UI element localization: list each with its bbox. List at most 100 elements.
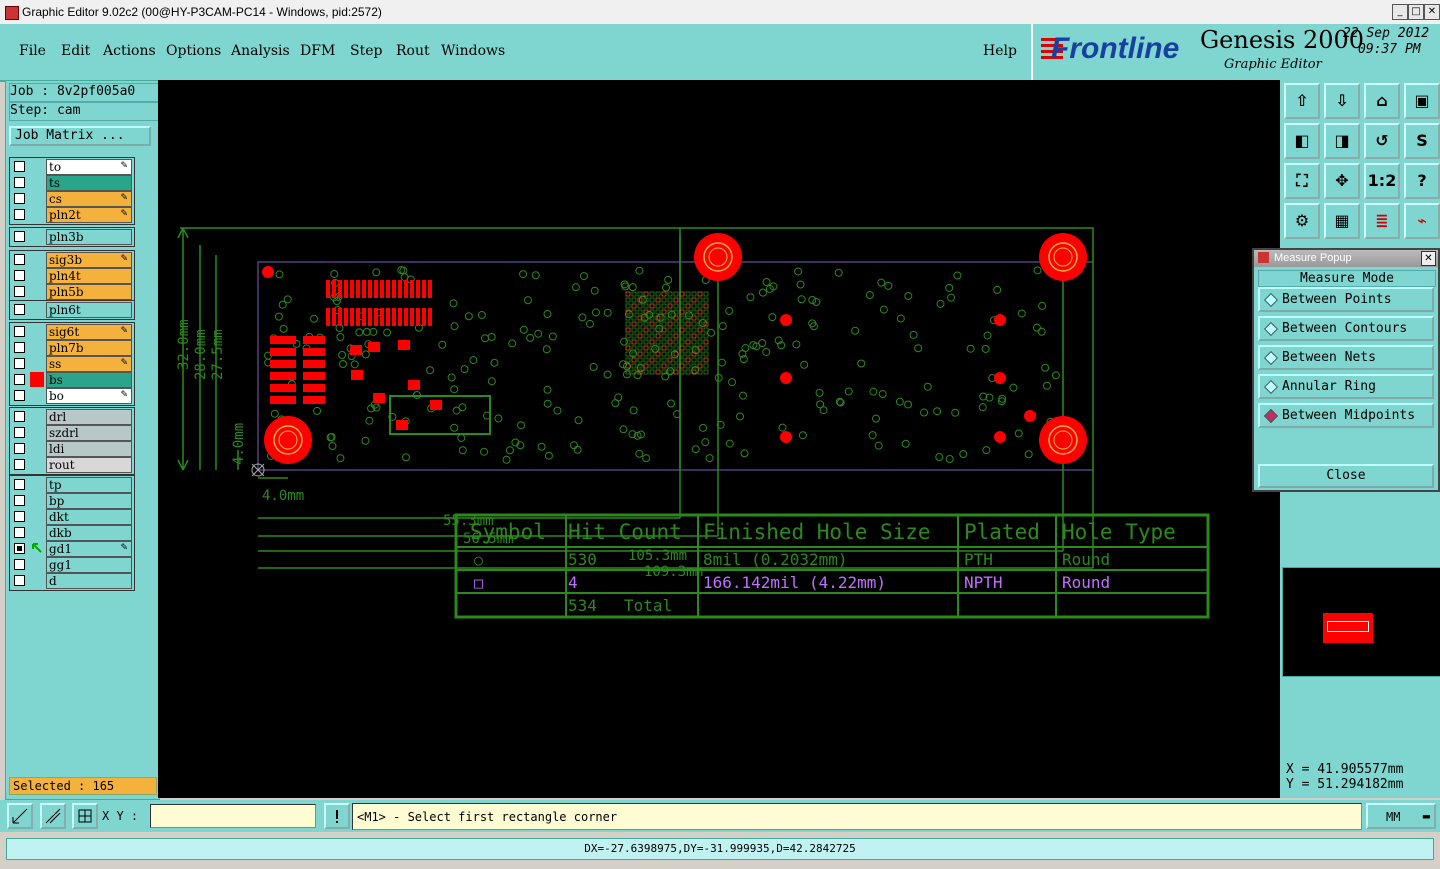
window-icon[interactable]: ▣ (1404, 83, 1440, 119)
menu-options[interactable]: Options (166, 43, 221, 59)
layer-checkbox[interactable] (14, 443, 25, 454)
layer-checkbox[interactable] (14, 342, 25, 353)
layer-row-rout[interactable]: rout (10, 457, 134, 473)
layer-checkbox[interactable] (14, 161, 25, 172)
snap-mode-icon[interactable] (7, 803, 33, 829)
snap-icon[interactable]: S (1404, 123, 1440, 159)
layer-row-dkb[interactable]: dkb (10, 525, 134, 541)
mode-between-nets[interactable]: Between Nets (1258, 345, 1434, 370)
menu-analysis[interactable]: Analysis (231, 43, 290, 59)
layer-checkbox[interactable] (14, 479, 25, 490)
layer-checkbox[interactable] (14, 459, 25, 470)
mode-between-points[interactable]: Between Points (1258, 287, 1434, 312)
move-left-icon[interactable]: ◧ (1284, 123, 1320, 159)
units-selector[interactable]: MM ▬ (1366, 803, 1436, 829)
mode-between-midpoints[interactable]: Between Midpoints (1258, 403, 1434, 428)
graphic-canvas[interactable]: 32.0mm 28.0mm 27.5mm 4.0mm 4.0mm 55.3mm 56.5mm… (158, 80, 1280, 798)
layer-row-pln7b[interactable]: pln7b (10, 340, 134, 356)
layer-checkbox[interactable] (14, 358, 25, 369)
close-window-button[interactable]: ✕ (1424, 4, 1440, 20)
layer-row-dkt[interactable]: dkt (10, 509, 134, 525)
layer-checkbox[interactable] (14, 304, 25, 315)
layer-checkbox[interactable] (14, 575, 25, 586)
tool-icon[interactable]: ⚙ (1284, 203, 1320, 239)
layer-checkbox[interactable] (14, 231, 25, 242)
layer-checkbox[interactable] (14, 270, 25, 281)
layer-row-gg1[interactable]: gg1 (10, 557, 134, 573)
layer-row-ts[interactable]: ts (10, 175, 134, 191)
menu-file[interactable]: File (19, 43, 46, 59)
bga-pad (691, 339, 697, 345)
layer-checkbox[interactable] (14, 495, 25, 506)
maximize-button[interactable]: □ (1408, 4, 1424, 20)
pan-icon[interactable]: ⇩ (1324, 83, 1360, 119)
menu-windows[interactable]: Windows (441, 43, 505, 59)
red-pad (994, 372, 1006, 384)
one-to-two-icon[interactable]: 1:2 (1364, 163, 1400, 199)
menu-actions[interactable]: Actions (103, 43, 156, 59)
undo-icon[interactable]: ↺ (1364, 123, 1400, 159)
board-drawing[interactable]: 32.0mm 28.0mm 27.5mm4.0mm4.0mm55.3mm56.5mm… (158, 80, 1280, 798)
layer-row-pln2t[interactable]: pln2t ✎ (10, 207, 134, 223)
bga-pad (637, 357, 643, 363)
zoom-home-icon[interactable]: ⇧ (1284, 83, 1320, 119)
layer-row-pln4t[interactable]: pln4t (10, 268, 134, 284)
home-icon[interactable]: ⌂ (1364, 83, 1400, 119)
layer-row-ldi[interactable]: ldi (10, 441, 134, 457)
layer-checkbox[interactable] (14, 411, 25, 422)
nets-icon[interactable]: ⌁ (1404, 203, 1440, 239)
layer-row-ss[interactable]: ss ✎ (10, 356, 134, 372)
layer-row-pln3b[interactable]: pln3b (10, 229, 134, 245)
layer-checkbox[interactable] (14, 286, 25, 297)
job-matrix-button[interactable]: Job Matrix ... (9, 126, 151, 146)
center-icon[interactable]: ✥ (1324, 163, 1360, 199)
layer-checkbox[interactable] (14, 527, 25, 538)
move-right-icon[interactable]: ◨ (1324, 123, 1360, 159)
layer-row-bo[interactable]: bo ✎ (10, 388, 134, 404)
layer-row-sig6t[interactable]: sig6t ✎ (10, 324, 134, 340)
popup-close-button[interactable]: Close (1258, 464, 1434, 488)
help-icon[interactable]: ? (1404, 163, 1440, 199)
xy-input[interactable] (150, 804, 316, 828)
grid-icon[interactable]: ▦ (1324, 203, 1360, 239)
grid-snap-icon[interactable] (72, 803, 98, 829)
menu-rout[interactable]: Rout (396, 43, 430, 59)
layer-row-gd1[interactable]: gd1 ✎ (10, 541, 134, 557)
fit-icon[interactable]: ⛶ (1284, 163, 1320, 199)
layer-checkbox[interactable] (14, 374, 25, 385)
layer-row-to[interactable]: to ✎ (10, 159, 134, 175)
layer-row-d[interactable]: d (10, 573, 134, 589)
layer-checkbox[interactable] (14, 193, 25, 204)
layer-checkbox[interactable] (14, 390, 25, 401)
layer-checkbox[interactable] (14, 177, 25, 188)
layer-row-tp[interactable]: tp (10, 477, 134, 493)
layer-row-pln6t[interactable]: pln6t (10, 302, 134, 318)
popup-close-icon[interactable]: ✕ (1421, 251, 1436, 266)
layers-icon[interactable]: ≣ (1364, 203, 1400, 239)
mode-between-contours[interactable]: Between Contours (1258, 316, 1434, 341)
layer-row-cs[interactable]: cs ✎ (10, 191, 134, 207)
layer-checkbox[interactable] (14, 559, 25, 570)
layer-checkbox[interactable] (14, 326, 25, 337)
layer-checkbox[interactable] (14, 511, 25, 522)
layer-row-pln5b[interactable]: pln5b (10, 284, 134, 300)
layer-row-drl[interactable]: drl (10, 409, 134, 425)
info-icon[interactable] (324, 803, 350, 829)
menu-step[interactable]: Step (350, 43, 382, 59)
layer-checkbox[interactable] (14, 543, 25, 554)
overview-map[interactable] (1282, 567, 1440, 677)
menu-edit[interactable]: Edit (61, 43, 90, 59)
layer-checkbox[interactable] (14, 254, 25, 265)
measure-snap-icon[interactable] (40, 803, 66, 829)
layer-row-szdrl[interactable]: szdrl (10, 425, 134, 441)
layer-color-swatch (30, 425, 44, 440)
layer-row-sig3b[interactable]: sig3b ✎ (10, 252, 134, 268)
mode-annular-ring[interactable]: Annular Ring (1258, 374, 1434, 399)
menu-help[interactable]: Help (983, 43, 1017, 59)
layer-row-bs[interactable]: bs (10, 372, 134, 388)
layer-checkbox[interactable] (14, 427, 25, 438)
layer-checkbox[interactable] (14, 209, 25, 220)
layer-row-bp[interactable]: bp (10, 493, 134, 509)
minimize-button[interactable]: _ (1392, 4, 1408, 20)
menu-dfm[interactable]: DFM (300, 43, 335, 59)
